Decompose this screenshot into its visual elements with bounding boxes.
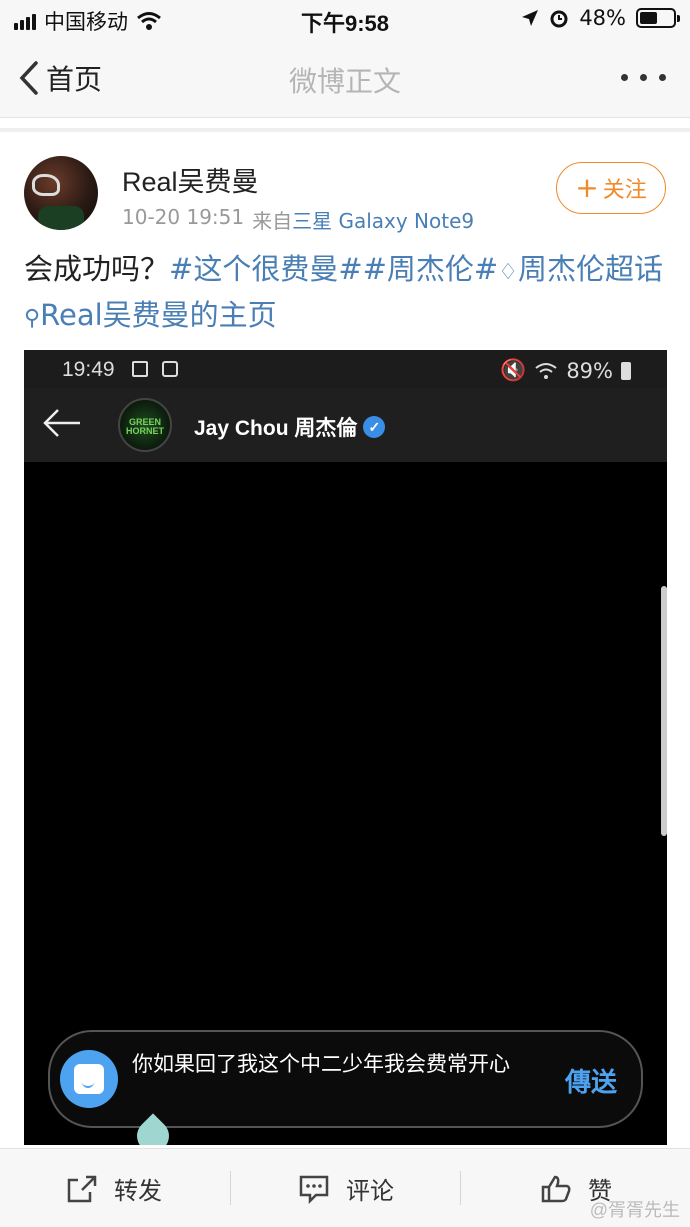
embedded-status-bar: 19:49 🔇 89% [24,350,667,388]
thumbs-up-icon [541,1175,571,1202]
follow-button[interactable]: + 关注 [556,162,666,214]
verified-icon: ✓ [363,416,386,438]
more-button[interactable] [621,74,666,81]
alarm-icon [550,10,568,28]
profile-link-label: Real吴费曼的主页 [40,298,277,332]
chat-avatar[interactable]: GREEN HORNET [118,398,172,452]
post-username[interactable]: Real吴费曼 [122,160,259,199]
post-meta: 10-20 19:51 来自三星 Galaxy Note9 [122,205,474,234]
dot-icon [621,74,628,81]
wifi-icon [535,362,557,379]
sticker-icon [74,1064,104,1094]
follow-label: 关注 [602,178,647,203]
divider [0,128,690,132]
battery-percent: 48% [579,6,626,30]
status-right: 48% [521,6,680,30]
arrow-left-icon[interactable] [42,406,82,440]
profile-link[interactable]: ⚲Real吴费曼的主页 [24,298,277,332]
topic-link[interactable]: #周杰伦# [363,252,499,286]
super-topic-label: 周杰伦超话 [517,252,663,286]
battery-icon [636,8,680,28]
battery-icon [621,361,631,380]
person-icon: ⚲ [24,306,41,331]
post-body: 会成功吗？ [24,252,170,286]
status-bar: 中国移动 下午9:58 48% [0,0,690,40]
avatar-detail [38,206,84,230]
page-title: 微博正文 [288,65,401,98]
chat-title[interactable]: Jay Chou 周杰倫 ✓ [194,412,386,442]
dot-icon [640,74,647,81]
user-avatar[interactable] [24,156,98,230]
comment-button[interactable]: 评论 [298,1171,394,1206]
repost-label: 转发 [114,1177,162,1205]
super-topic-link[interactable]: ♢周杰伦超话 [498,252,663,286]
repost-button[interactable]: 转发 [66,1171,162,1206]
app-icon [162,361,178,377]
divider [230,1171,231,1205]
embedded-status-right: 🔇 89% [500,358,631,383]
sticker-button[interactable] [60,1050,118,1108]
topic-link[interactable]: #这个很费曼# [169,252,363,286]
post-source: 来自三星 Galaxy Note9 [252,205,474,234]
source-device[interactable]: 三星 Galaxy Note9 [292,209,474,233]
post-text: 会成功吗？#这个很费曼##周杰伦#♢周杰伦超话 ⚲Real吴费曼的主页 [24,248,674,340]
image-icon [132,361,148,377]
mute-icon: 🔇 [500,358,527,382]
message-composer: 你如果回了我这个中二少年我会费常开心 傳送 [48,1030,643,1128]
comment-icon [299,1175,329,1204]
scrollbar[interactable] [661,586,667,836]
location-icon [522,10,539,26]
watermark: @胥胥先生 [589,1200,680,1220]
post-timestamp: 10-20 19:51 [122,205,245,229]
chat-header: GREEN HORNET Jay Chou 周杰倫 ✓ [24,388,667,462]
comment-label: 评论 [346,1177,394,1205]
embedded-screenshot[interactable]: 19:49 🔇 89% GREEN HORNET Jay Chou 周杰倫 ✓ … [24,350,667,1145]
share-icon [67,1175,97,1202]
nav-bar: 首页 微博正文 [0,40,690,118]
diamond-icon: ♢ [498,260,518,285]
source-prefix: 来自 [252,209,293,233]
send-button[interactable]: 傳送 [565,1062,617,1099]
divider [460,1171,461,1205]
embedded-time: 19:49 [62,358,115,381]
chat-name: Jay Chou 周杰倫 [194,417,358,440]
action-bar: 转发 评论 赞 [0,1148,690,1227]
message-input[interactable]: 你如果回了我这个中二少年我会费常开心 [132,1050,552,1079]
avatar-detail [32,174,60,196]
embedded-battery: 89% [566,358,613,383]
dot-icon [659,74,666,81]
plus-icon: + [575,171,599,204]
